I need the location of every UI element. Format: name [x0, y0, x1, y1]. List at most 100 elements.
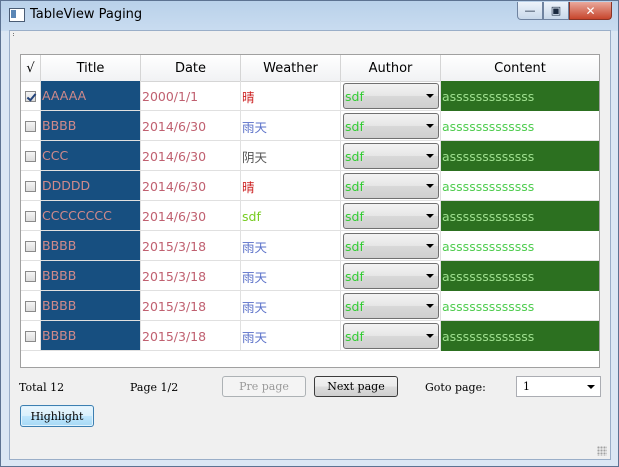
table-row[interactable]: BBBB 2015/3/18 雨天 sdf asssssssssssss	[21, 231, 599, 261]
row-checkbox[interactable]	[25, 90, 36, 102]
chevron-down-icon	[426, 94, 434, 98]
minimize-button[interactable]: —	[517, 2, 543, 20]
chevron-down-icon	[426, 274, 434, 278]
author-cell: sdf	[341, 141, 441, 171]
restore-button[interactable]: ▣	[543, 2, 569, 20]
weather-cell[interactable]: sdf	[241, 201, 341, 231]
title-bar[interactable]: TableView Paging — ▣ ✕	[1, 1, 618, 29]
weather-cell[interactable]: 晴	[241, 81, 341, 111]
author-combobox[interactable]: sdf	[343, 233, 439, 259]
chevron-down-icon	[426, 184, 434, 188]
prev-page-button[interactable]: Pre page	[222, 376, 306, 397]
date-cell[interactable]: 2000/1/1	[141, 81, 241, 111]
row-checkbox[interactable]	[25, 150, 36, 162]
goto-page-combobox[interactable]: 1	[516, 376, 601, 397]
date-cell[interactable]: 2014/6/30	[141, 171, 241, 201]
content-cell[interactable]: asssssssssssss	[441, 171, 599, 201]
author-value: sdf	[345, 118, 364, 134]
weather-cell[interactable]: 雨天	[241, 111, 341, 141]
goto-page-label: Goto page:	[425, 381, 486, 394]
next-page-button[interactable]: Next page	[314, 376, 398, 397]
author-combobox[interactable]: sdf	[343, 173, 439, 199]
date-cell[interactable]: 2014/6/30	[141, 141, 241, 171]
table-row[interactable]: BBBB 2015/3/18 雨天 sdf asssssssssssss	[21, 291, 599, 321]
author-combobox[interactable]: sdf	[343, 143, 439, 169]
table-row[interactable]: BBBB 2014/6/30 雨天 sdf asssssssssssss	[21, 111, 599, 141]
header-check[interactable]: √	[21, 55, 41, 81]
row-check-cell	[21, 201, 41, 231]
app-window-icon	[9, 8, 25, 22]
content-cell[interactable]: asssssssssssss	[441, 81, 599, 111]
row-checkbox[interactable]	[25, 120, 36, 132]
highlight-button[interactable]: Highlight	[20, 405, 94, 427]
weather-cell[interactable]: 阴天	[241, 141, 341, 171]
title-cell[interactable]: BBBB	[41, 231, 141, 260]
table-row[interactable]: DDDDD 2014/6/30 晴 sdf asssssssssssss	[21, 171, 599, 201]
date-cell[interactable]: 2015/3/18	[141, 291, 241, 321]
title-cell[interactable]: CCC	[41, 141, 141, 170]
weather-cell[interactable]: 雨天	[241, 291, 341, 321]
author-combobox[interactable]: sdf	[343, 203, 439, 229]
author-combobox[interactable]: sdf	[343, 113, 439, 139]
author-combobox[interactable]: sdf	[343, 83, 439, 109]
weather-cell[interactable]: 晴	[241, 171, 341, 201]
title-cell[interactable]: DDDDD	[41, 171, 141, 200]
row-checkbox[interactable]	[25, 240, 36, 252]
chevron-down-icon	[587, 385, 595, 389]
date-cell[interactable]: 2015/3/18	[141, 321, 241, 351]
close-button[interactable]: ✕	[569, 2, 612, 20]
header-author[interactable]: Author	[341, 55, 441, 81]
date-cell[interactable]: 2015/3/18	[141, 231, 241, 261]
author-combobox[interactable]: sdf	[343, 293, 439, 319]
goto-page-value: 1	[523, 380, 530, 393]
header-title[interactable]: Title	[41, 55, 141, 81]
weather-cell[interactable]: 雨天	[241, 231, 341, 261]
application-window: TableView Paging — ▣ ✕ √ Title Date Weat…	[0, 0, 619, 467]
resize-grip[interactable]	[597, 446, 607, 456]
table-row[interactable]: BBBB 2015/3/18 雨天 sdf asssssssssssss	[21, 261, 599, 291]
row-checkbox[interactable]	[25, 300, 36, 312]
row-checkbox[interactable]	[25, 210, 36, 222]
date-cell[interactable]: 2015/3/18	[141, 261, 241, 291]
date-cell[interactable]: 2014/6/30	[141, 111, 241, 141]
chevron-down-icon	[426, 124, 434, 128]
author-combobox[interactable]: sdf	[343, 263, 439, 289]
header-content[interactable]: Content	[441, 55, 599, 81]
title-cell[interactable]: BBBB	[41, 111, 141, 140]
row-checkbox[interactable]	[25, 180, 36, 192]
author-cell: sdf	[341, 171, 441, 201]
author-value: sdf	[345, 238, 364, 254]
header-date[interactable]: Date	[141, 55, 241, 81]
author-value: sdf	[345, 208, 364, 224]
total-label: Total 12	[19, 381, 65, 394]
content-cell[interactable]: asssssssssssss	[441, 261, 599, 291]
chevron-down-icon	[426, 304, 434, 308]
title-cell[interactable]: BBBB	[41, 321, 141, 350]
content-cell[interactable]: asssssssssssss	[441, 201, 599, 231]
author-combobox[interactable]: sdf	[343, 323, 439, 349]
table-row[interactable]: CCCCCCCC 2014/6/30 sdf sdf assssssssssss…	[21, 201, 599, 231]
table-view[interactable]: √ Title Date Weather Author Content AAAA…	[20, 54, 600, 368]
weather-cell[interactable]: 雨天	[241, 321, 341, 351]
title-cell[interactable]: BBBB	[41, 291, 141, 320]
content-cell[interactable]: asssssssssssss	[441, 291, 599, 321]
title-cell[interactable]: CCCCCCCC	[41, 201, 141, 230]
content-cell[interactable]: asssssssssssss	[441, 111, 599, 141]
author-value: sdf	[345, 88, 364, 104]
header-weather[interactable]: Weather	[241, 55, 341, 81]
table-row[interactable]: AAAAA 2000/1/1 晴 sdf asssssssssssss	[21, 81, 599, 111]
weather-cell[interactable]: 雨天	[241, 261, 341, 291]
row-checkbox[interactable]	[25, 270, 36, 282]
content-cell[interactable]: asssssssssssss	[441, 231, 599, 261]
chevron-down-icon	[426, 154, 434, 158]
row-checkbox[interactable]	[25, 330, 36, 342]
content-cell[interactable]: asssssssssssss	[441, 141, 599, 171]
table-row[interactable]: BBBB 2015/3/18 雨天 sdf asssssssssssss	[21, 321, 599, 351]
author-value: sdf	[345, 178, 364, 194]
author-value: sdf	[345, 268, 364, 284]
title-cell[interactable]: BBBB	[41, 261, 141, 290]
content-cell[interactable]: asssssssssssss	[441, 321, 599, 351]
title-cell[interactable]: AAAAA	[41, 81, 141, 110]
table-row[interactable]: CCC 2014/6/30 阴天 sdf asssssssssssss	[21, 141, 599, 171]
date-cell[interactable]: 2014/6/30	[141, 201, 241, 231]
